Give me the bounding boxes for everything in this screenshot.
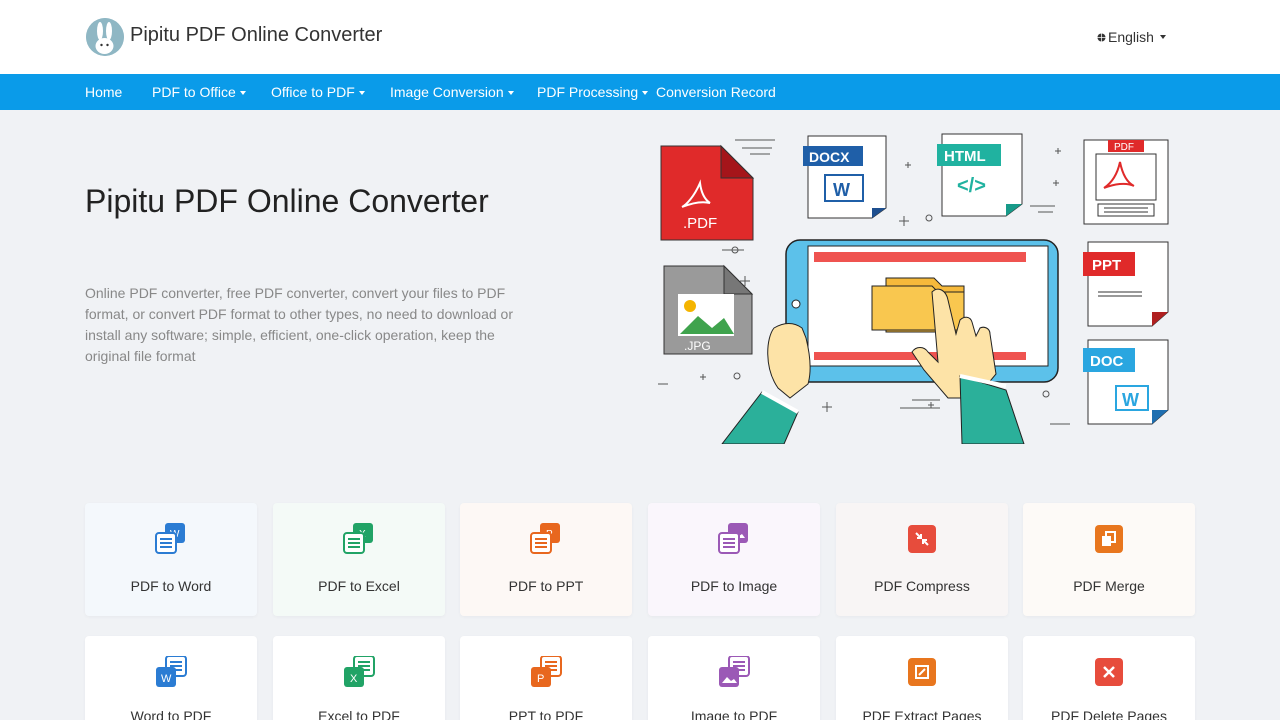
nav-pdf-to-office[interactable]: PDF to Office bbox=[152, 74, 246, 110]
svg-text:.JPG: .JPG bbox=[684, 339, 711, 353]
site-header: Pipitu PDF Online Converter English bbox=[0, 0, 1280, 74]
svg-text:W: W bbox=[161, 673, 172, 685]
svg-text:X: X bbox=[350, 673, 358, 685]
hero-description: Online PDF converter, free PDF converter… bbox=[85, 285, 513, 364]
rabbit-logo-icon[interactable] bbox=[86, 18, 124, 56]
tool-label: PDF to Image bbox=[690, 578, 778, 594]
language-label: English bbox=[1108, 29, 1154, 45]
chevron-down-icon bbox=[642, 91, 649, 96]
svg-text:P: P bbox=[537, 673, 544, 685]
tool-card-excel-to-pdf[interactable]: X Excel to PDF bbox=[273, 636, 445, 720]
tool-label: PDF Compress bbox=[874, 578, 970, 594]
nav-pdf-processing[interactable]: PDF Processing bbox=[537, 74, 649, 110]
doc-file-icon: DOC W bbox=[1083, 339, 1169, 425]
tool-label: PDF Merge bbox=[1073, 578, 1145, 594]
svg-text:DOC: DOC bbox=[1090, 353, 1124, 370]
chevron-down-icon bbox=[1159, 35, 1166, 39]
svg-text:</>: </> bbox=[957, 175, 986, 197]
ppt-file-icon: PPT bbox=[1083, 241, 1169, 327]
tool-card-pdf-extract-pages[interactable]: PDF Extract Pages bbox=[836, 636, 1008, 720]
tool-card-pdf-delete-pages[interactable]: PDF Delete Pages bbox=[1023, 636, 1195, 720]
docx-file-icon: DOCX W bbox=[803, 135, 887, 219]
tool-label: Image to PDF bbox=[690, 708, 778, 720]
tool-card-pdf-to-ppt[interactable]: P PDF to PPT bbox=[460, 503, 632, 616]
brand-name[interactable]: Pipitu PDF Online Converter bbox=[130, 24, 382, 47]
pdf-delete-pages-icon bbox=[1093, 656, 1125, 688]
pdf-merge-icon bbox=[1093, 523, 1125, 555]
chevron-down-icon bbox=[239, 91, 246, 96]
chevron-down-icon bbox=[358, 91, 365, 96]
tool-card-pdf-to-excel[interactable]: X PDF to Excel bbox=[273, 503, 445, 616]
pdf-to-word-icon: W bbox=[155, 523, 187, 555]
svg-text:W: W bbox=[1122, 390, 1139, 410]
html-file-icon: HTML </> bbox=[937, 133, 1023, 217]
tool-card-pdf-to-word[interactable]: W PDF to Word bbox=[85, 503, 257, 616]
hero-illustration: .PDF DOCX W HTML </> PDF PPT .JPG DOC W bbox=[650, 128, 1190, 445]
globe-icon bbox=[1097, 29, 1106, 45]
tool-label: PDF Extract Pages bbox=[862, 708, 982, 720]
tool-label: PDF to Word bbox=[130, 578, 212, 594]
pdf-compress-icon bbox=[906, 523, 938, 555]
pdf-to-image-icon bbox=[718, 523, 750, 555]
tool-label: PDF Delete Pages bbox=[1051, 708, 1167, 720]
main-nav: Home PDF to Office Office to PDF Image C… bbox=[0, 74, 1280, 110]
image-to-pdf-icon bbox=[718, 655, 750, 688]
pdf-doc-icon: PDF bbox=[1083, 139, 1169, 225]
jpg-file-icon: .JPG bbox=[663, 264, 754, 355]
tool-label: Word to PDF bbox=[130, 708, 212, 720]
svg-text:PPT: PPT bbox=[1092, 257, 1121, 274]
chevron-down-icon bbox=[507, 91, 514, 96]
nav-home[interactable]: Home bbox=[85, 74, 122, 110]
tool-card-word-to-pdf[interactable]: W Word to PDF bbox=[85, 636, 257, 720]
language-selector[interactable]: English bbox=[1097, 29, 1166, 45]
tool-label: PPT to PDF bbox=[508, 708, 584, 720]
svg-text:.PDF: .PDF bbox=[683, 215, 717, 232]
pdf-to-excel-icon: X bbox=[343, 523, 375, 555]
word-to-pdf-icon: W bbox=[155, 655, 187, 688]
tool-card-image-to-pdf[interactable]: Image to PDF bbox=[648, 636, 820, 720]
tool-label: Excel to PDF bbox=[318, 708, 400, 720]
tool-label: PDF to PPT bbox=[508, 578, 584, 594]
nav-office-to-pdf[interactable]: Office to PDF bbox=[271, 74, 365, 110]
tool-card-pdf-compress[interactable]: PDF Compress bbox=[836, 503, 1008, 616]
tool-card-pdf-to-image[interactable]: PDF to Image bbox=[648, 503, 820, 616]
nav-image-conversion[interactable]: Image Conversion bbox=[390, 74, 514, 110]
svg-text:HTML: HTML bbox=[944, 148, 986, 165]
svg-text:DOCX: DOCX bbox=[809, 149, 850, 165]
pdf-file-icon: .PDF bbox=[660, 144, 755, 241]
tool-card-pdf-merge[interactable]: PDF Merge bbox=[1023, 503, 1195, 616]
tool-card-ppt-to-pdf[interactable]: P PPT to PDF bbox=[460, 636, 632, 720]
excel-to-pdf-icon: X bbox=[343, 655, 375, 688]
pdf-to-ppt-icon: P bbox=[530, 523, 562, 555]
nav-conversion-record[interactable]: Conversion Record bbox=[656, 74, 776, 110]
svg-text:PDF: PDF bbox=[1114, 142, 1134, 153]
svg-text:W: W bbox=[833, 180, 850, 200]
pdf-extract-pages-icon bbox=[906, 656, 938, 688]
tool-label: PDF to Excel bbox=[318, 578, 400, 594]
ppt-to-pdf-icon: P bbox=[530, 655, 562, 688]
hero-title: Pipitu PDF Online Converter bbox=[85, 183, 489, 219]
